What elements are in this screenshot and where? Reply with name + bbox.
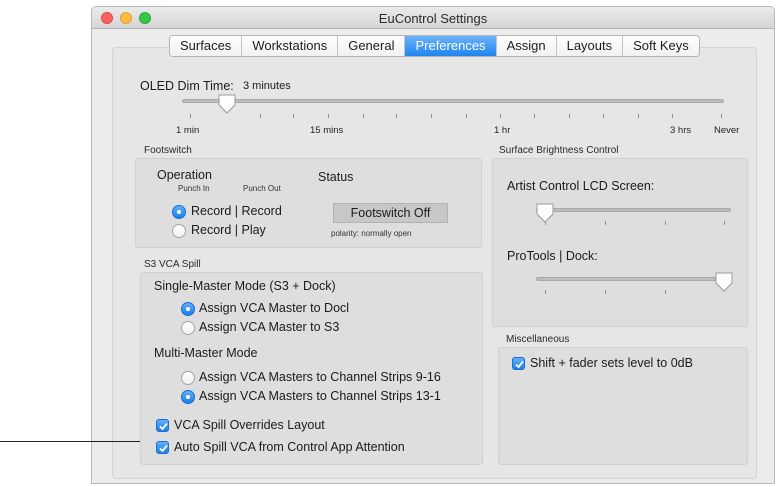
oled-tick-label: 15 mins [310,125,344,136]
record-play-radio[interactable] [172,224,186,238]
tab-preferences[interactable]: Preferences [405,36,497,56]
artist-tick [665,221,666,225]
punch-out-label: Punch Out [243,184,281,193]
oled-tick [260,114,261,118]
footswitch-status: Footswitch Off [333,203,448,223]
artist-tick [724,221,725,225]
title-bar[interactable]: EuControl Settings [92,7,774,29]
assign-master-s3-label[interactable]: Assign VCA Master to S3 [199,320,339,334]
dock-tick [605,290,606,294]
oled-tick-label: 3 hrs [670,125,692,136]
channel-strips-13-1-label[interactable]: Assign VCA Masters to Channel Strips 13-… [199,389,441,403]
vca-spill-title: S3 VCA Spill [144,259,201,270]
oled-tick [672,114,673,118]
brightness-title: Surface Brightness Control [499,145,619,156]
record-record-label[interactable]: Record | Record [191,204,282,218]
auto-spill-vca-label[interactable]: Auto Spill VCA from Control App Attentio… [174,440,405,454]
single-master-label: Single-Master Mode (S3 + Dock) [154,279,336,293]
window-title: EuControl Settings [378,11,488,26]
vca-spill-overrides-checkbox[interactable] [156,419,169,432]
vca-spill-overrides-label[interactable]: VCA Spill Overrides Layout [174,418,325,432]
artist-lcd-knob[interactable] [536,203,554,223]
channel-strips-9-16-radio[interactable] [181,371,195,385]
oled-tick [534,114,535,118]
checkmark-icon [159,422,168,431]
shift-fader-checkbox[interactable] [512,357,525,370]
oled-tick [466,114,467,118]
pt-dock-knob[interactable] [715,272,733,292]
punch-in-label: Punch In [178,184,210,193]
tab-layouts[interactable]: Layouts [556,36,624,56]
oled-dim-value: 3 minutes [243,80,291,92]
channel-strips-9-16-label[interactable]: Assign VCA Masters to Channel Strips 9-1… [199,370,441,384]
oled-tick [396,114,397,118]
assign-master-s3-radio[interactable] [181,321,195,335]
artist-lcd-label: Artist Control LCD Screen: [507,179,655,193]
misc-title: Miscellaneous [506,334,570,345]
oled-tick [721,114,722,118]
pt-dock-label: ProTools | Dock: [507,249,598,263]
record-record-radio[interactable] [172,205,186,219]
oled-dim-label: OLED Dim Time: [140,79,234,93]
oled-tick [431,114,432,118]
operation-label: Operation [157,168,212,182]
oled-tick [363,114,364,118]
oled-tick [328,114,329,118]
shift-fader-label[interactable]: Shift + fader sets level to 0dB [530,356,693,370]
tab-soft-keys[interactable]: Soft Keys [623,36,699,56]
tab-general[interactable]: General [338,36,406,56]
auto-spill-vca-checkbox[interactable] [156,441,169,454]
oled-tick [638,114,639,118]
assign-master-dock-radio[interactable] [181,302,195,316]
oled-slider-knob[interactable] [218,94,236,114]
callout-line [0,441,140,442]
oled-tick [603,114,604,118]
oled-tick-label: Never [714,125,740,136]
footswitch-title: Footswitch [144,145,192,156]
multi-master-label: Multi-Master Mode [154,346,258,360]
oled-dim-slider[interactable] [182,99,724,103]
artist-tick [605,221,606,225]
oled-tick-label: 1 min [176,125,200,136]
record-play-label[interactable]: Record | Play [191,223,266,237]
oled-tick [190,114,191,118]
pt-dock-slider[interactable] [536,277,731,281]
oled-tick [293,114,294,118]
polarity-label: polarity: normally open [331,229,412,238]
oled-tick-label: 1 hr [494,125,511,136]
oled-tick [569,114,570,118]
dock-tick [545,290,546,294]
tab-surfaces[interactable]: Surfaces [170,36,243,56]
checkmark-icon [515,360,524,369]
checkmark-icon [159,444,168,453]
dock-tick [665,290,666,294]
tab-assign[interactable]: Assign [496,36,557,56]
tab-workstations[interactable]: Workstations [242,36,339,56]
assign-master-dock-label[interactable]: Assign VCA Master to Docl [199,301,349,315]
artist-lcd-slider[interactable] [536,208,731,212]
channel-strips-13-1-radio[interactable] [181,390,195,404]
tab-bar: Surfaces Workstations General Preference… [169,35,700,57]
oled-tick [500,114,501,118]
status-label: Status [318,170,354,184]
